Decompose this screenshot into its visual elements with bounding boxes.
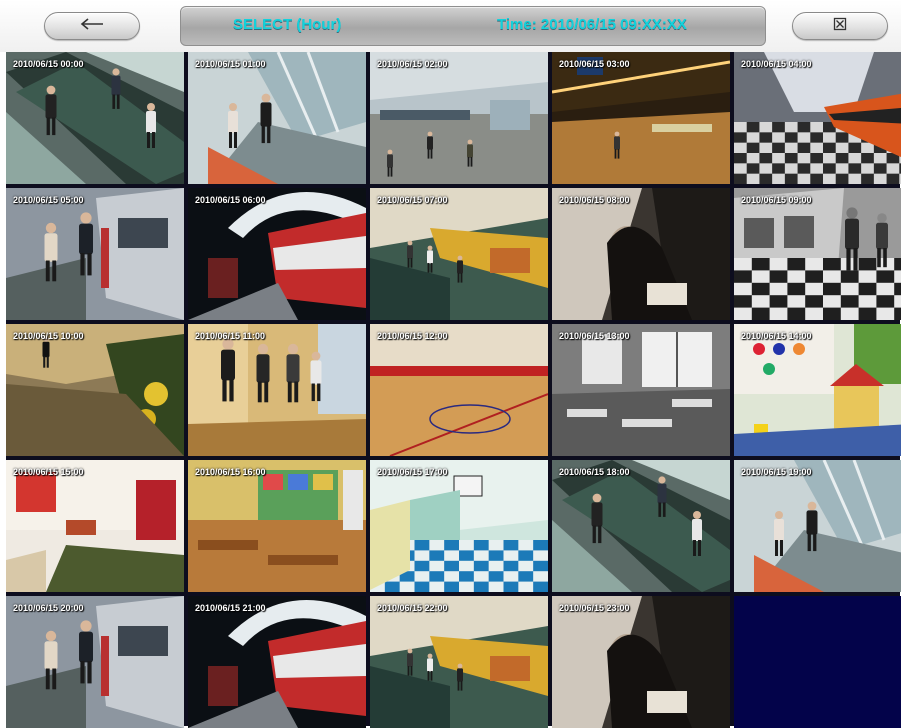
camera-thumbnail[interactable]: 2010/06/15 21:00 <box>188 596 366 728</box>
camera-thumbnail[interactable]: 2010/06/15 23:00 <box>552 596 730 728</box>
thumbnail-image <box>370 188 548 320</box>
thumbnail-timestamp: 2010/06/15 21:00 <box>195 603 266 613</box>
thumbnail-image <box>552 52 730 184</box>
camera-thumbnail[interactable]: 2010/06/15 22:00 <box>370 596 548 728</box>
camera-thumbnail[interactable]: 2010/06/15 17:00 <box>370 460 548 592</box>
thumbnail-image <box>370 52 548 184</box>
thumbnail-timestamp: 2010/06/15 11:00 <box>195 331 266 341</box>
thumbnail-image <box>188 324 366 456</box>
camera-thumbnail[interactable]: 2010/06/15 20:00 <box>6 596 184 728</box>
thumbnail-image <box>552 596 730 728</box>
thumbnail-image <box>734 324 901 456</box>
thumbnail-timestamp: 2010/06/15 02:00 <box>377 59 448 69</box>
camera-thumbnail[interactable]: 2010/06/15 01:00 <box>188 52 366 184</box>
thumbnail-timestamp: 2010/06/15 22:00 <box>377 603 448 613</box>
time-readout: Time: 2010/06/15 09:XX:XX <box>497 16 687 33</box>
thumbnail-timestamp: 2010/06/15 01:00 <box>195 59 266 69</box>
close-box-icon <box>833 17 847 36</box>
thumbnail-image <box>6 324 184 456</box>
camera-thumbnail[interactable]: 2010/06/15 00:00 <box>6 52 184 184</box>
top-bar: SELECT (Hour) Time: 2010/06/15 09:XX:XX <box>0 0 901 52</box>
thumbnail-image <box>734 460 901 592</box>
camera-thumbnail[interactable]: 2010/06/15 18:00 <box>552 460 730 592</box>
camera-thumbnail[interactable]: 2010/06/15 08:00 <box>552 188 730 320</box>
camera-thumbnail[interactable]: 2010/06/15 13:00 <box>552 324 730 456</box>
camera-thumbnail[interactable]: 2010/06/15 05:00 <box>6 188 184 320</box>
camera-thumbnail[interactable]: 2010/06/15 02:00 <box>370 52 548 184</box>
camera-thumbnail[interactable]: 2010/06/15 12:00 <box>370 324 548 456</box>
thumbnail-timestamp: 2010/06/15 10:00 <box>13 331 84 341</box>
thumbnail-timestamp: 2010/06/15 19:00 <box>741 467 812 477</box>
camera-thumbnail[interactable]: 2010/06/15 03:00 <box>552 52 730 184</box>
thumbnail-image <box>552 324 730 456</box>
camera-thumbnail[interactable]: 2010/06/15 14:00 <box>734 324 901 456</box>
thumbnail-timestamp: 2010/06/15 23:00 <box>559 603 630 613</box>
thumbnail-image <box>552 460 730 592</box>
thumbnail-timestamp: 2010/06/15 14:00 <box>741 331 812 341</box>
camera-thumbnail[interactable]: 2010/06/15 04:00 <box>734 52 901 184</box>
close-button[interactable] <box>792 12 888 40</box>
camera-thumbnail[interactable]: 2010/06/15 10:00 <box>6 324 184 456</box>
thumbnail-timestamp: 2010/06/15 18:00 <box>559 467 630 477</box>
thumbnail-image <box>734 52 901 184</box>
thumbnail-timestamp: 2010/06/15 12:00 <box>377 331 448 341</box>
thumbnail-timestamp: 2010/06/15 15:00 <box>13 467 84 477</box>
thumbnail-image <box>6 188 184 320</box>
thumbnail-image <box>370 460 548 592</box>
thumbnail-timestamp: 2010/06/15 05:00 <box>13 195 84 205</box>
title-panel: SELECT (Hour) Time: 2010/06/15 09:XX:XX <box>180 6 766 46</box>
thumbnail-timestamp: 2010/06/15 04:00 <box>741 59 812 69</box>
thumbnail-timestamp: 2010/06/15 09:00 <box>741 195 812 205</box>
camera-thumbnail[interactable]: 2010/06/15 16:00 <box>188 460 366 592</box>
thumbnail-timestamp: 2010/06/15 20:00 <box>13 603 84 613</box>
back-button[interactable] <box>44 12 140 40</box>
arrow-left-icon <box>79 17 105 35</box>
camera-thumbnail[interactable]: 2010/06/15 19:00 <box>734 460 901 592</box>
camera-thumbnail[interactable]: 2010/06/15 06:00 <box>188 188 366 320</box>
thumbnail-image <box>552 188 730 320</box>
thumbnail-image <box>370 596 548 728</box>
thumbnail-image <box>188 52 366 184</box>
camera-thumbnail[interactable]: 2010/06/15 09:00 <box>734 188 901 320</box>
thumbnail-image <box>6 460 184 592</box>
thumbnail-image <box>188 460 366 592</box>
thumbnail-image <box>370 324 548 456</box>
empty-channel-cell <box>734 596 901 728</box>
thumbnail-timestamp: 2010/06/15 00:00 <box>13 59 84 69</box>
thumbnail-timestamp: 2010/06/15 17:00 <box>377 467 448 477</box>
camera-thumbnail[interactable]: 2010/06/15 15:00 <box>6 460 184 592</box>
thumbnail-timestamp: 2010/06/15 16:00 <box>195 467 266 477</box>
thumbnail-image <box>734 188 901 320</box>
thumbnail-timestamp: 2010/06/15 08:00 <box>559 195 630 205</box>
camera-thumbnail[interactable]: 2010/06/15 07:00 <box>370 188 548 320</box>
thumbnail-image <box>188 596 366 728</box>
thumbnail-image <box>6 596 184 728</box>
thumbnail-image <box>6 52 184 184</box>
thumbnail-timestamp: 2010/06/15 13:00 <box>559 331 630 341</box>
camera-thumbnail-grid: 2010/06/15 00:00 2010/06/15 01:00 2010/06/… <box>6 52 901 728</box>
thumbnail-timestamp: 2010/06/15 03:00 <box>559 59 630 69</box>
thumbnail-image <box>188 188 366 320</box>
thumbnail-timestamp: 2010/06/15 06:00 <box>195 195 266 205</box>
camera-thumbnail[interactable]: 2010/06/15 11:00 <box>188 324 366 456</box>
page-title: SELECT (Hour) <box>233 16 342 33</box>
thumbnail-timestamp: 2010/06/15 07:00 <box>377 195 448 205</box>
